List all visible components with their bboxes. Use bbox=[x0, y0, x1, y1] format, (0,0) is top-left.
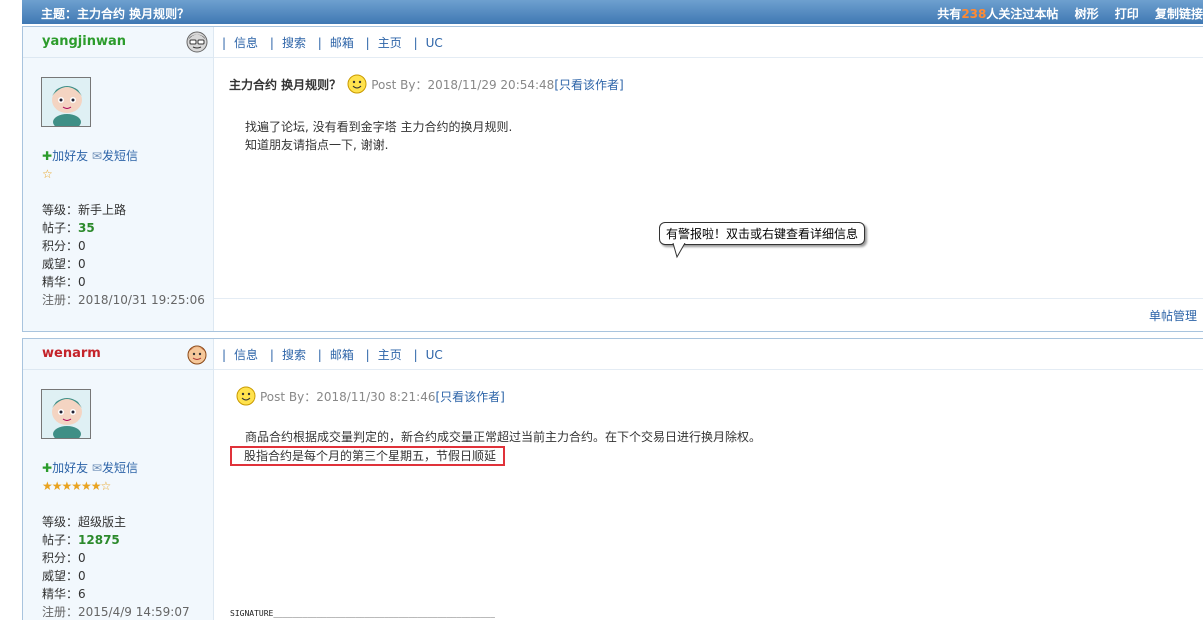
nav-divider bbox=[214, 369, 1203, 370]
level-value: 新手上路 bbox=[78, 203, 127, 217]
thread-header-bar: 主题：主力合约 换月规则？ 共有238人关注过本帖 树形 打印 复制链接 bbox=[22, 0, 1203, 24]
follow-count-prefix: 共有 bbox=[937, 7, 962, 21]
user-actions: ✚加好友 ✉发短信 bbox=[42, 459, 138, 476]
registered-date: 注册：2015/4/9 14:59:07 bbox=[42, 605, 190, 619]
post-subject: 主力合约 换月规则？ bbox=[229, 77, 342, 92]
thread-header-right: 共有238人关注过本帖 树形 打印 复制链接 bbox=[937, 5, 1203, 22]
post-header: Post By：2018/11/30 8:21:46 [只看该作者] bbox=[236, 386, 505, 406]
post-body-line: 知道朋友请指点一下, 谢谢. bbox=[245, 138, 389, 152]
only-author-link[interactable]: [只看该作者] bbox=[436, 388, 505, 405]
print-link[interactable]: 打印 bbox=[1115, 7, 1139, 21]
post-body: 找遍了论坛, 没有看到金字塔 主力合约的换月规则. 知道朋友请指点一下, 谢谢. bbox=[245, 118, 512, 154]
sidebar-divider bbox=[23, 369, 214, 370]
alert-tooltip[interactable]: 有警报啦！双击或右键查看详细信息 bbox=[659, 222, 866, 259]
post-body-line: 商品合约根据成交量判定的，新合约成交量正常超过当前主力合约。在下个交易日进行换月… bbox=[245, 430, 762, 444]
follow-count: 238 bbox=[961, 7, 987, 21]
essence: 精华：0 bbox=[42, 275, 86, 289]
user-sidebar: yangjinwan ✚加好友 ✉发短信 ☆ 等级：新手上路 帖子：35 积分：… bbox=[23, 27, 214, 331]
nav-info[interactable]: 信息 bbox=[234, 36, 258, 50]
nav-search[interactable]: 搜索 bbox=[282, 348, 306, 362]
rank-stars: ☆ bbox=[42, 167, 53, 181]
user-nav: | 信息 | 搜索 | 邮箱 | 主页 | UC bbox=[222, 348, 443, 362]
post-footer-divider bbox=[214, 298, 1203, 299]
posts-count: 35 bbox=[78, 221, 95, 235]
follow-count-suffix: 人关注过本帖 bbox=[986, 7, 1059, 21]
level-label: 等级： bbox=[42, 515, 79, 529]
nav-divider bbox=[214, 57, 1203, 58]
user-actions: ✚加好友 ✉发短信 bbox=[42, 147, 138, 164]
send-message-link[interactable]: 发短信 bbox=[102, 149, 138, 163]
post-body: 商品合约根据成交量判定的，新合约成交量正常超过当前主力合约。在下个交易日进行换月… bbox=[230, 428, 762, 466]
send-message-link[interactable]: 发短信 bbox=[102, 461, 138, 475]
rank-stars: ★★★★★★☆ bbox=[42, 479, 111, 493]
add-friend-link[interactable]: 加好友 bbox=[52, 461, 88, 475]
avatar bbox=[41, 389, 91, 439]
prestige: 威望：0 bbox=[42, 569, 86, 583]
nav-uc[interactable]: UC bbox=[426, 348, 443, 362]
post-header: 主力合约 换月规则？ Post By：2018/11/29 20:54:48 [… bbox=[229, 74, 624, 94]
highlighted-text: 股指合约是每个月的第三个星期五，节假日顺延 bbox=[230, 446, 506, 466]
level-value: 超级版主 bbox=[78, 515, 127, 529]
nav-info[interactable]: 信息 bbox=[234, 348, 258, 362]
posts-label: 帖子： bbox=[42, 533, 79, 547]
alert-tooltip-text: 有警报啦！双击或右键查看详细信息 bbox=[659, 222, 866, 245]
user-nav: | 信息 | 搜索 | 邮箱 | 主页 | UC bbox=[222, 36, 443, 50]
only-author-link[interactable]: [只看该作者] bbox=[554, 76, 623, 93]
add-friend-link[interactable]: 加好友 bbox=[52, 149, 88, 163]
points: 积分：0 bbox=[42, 239, 86, 253]
copy-link[interactable]: 复制链接 bbox=[1155, 7, 1203, 21]
essence: 精华：6 bbox=[42, 587, 86, 601]
post-meta: Post By：2018/11/30 8:21:46 bbox=[260, 389, 436, 404]
post-content: | 信息 | 搜索 | 邮箱 | 主页 | UC 主力合约 换月规则？ Post By：2… bbox=[214, 27, 1203, 331]
signature-divider: SIGNATURE_______________________________… bbox=[230, 609, 495, 618]
username[interactable]: yangjinwan bbox=[42, 34, 126, 49]
tooltip-tail-icon bbox=[672, 243, 686, 259]
nav-mailbox[interactable]: 邮箱 bbox=[330, 36, 354, 50]
thread-title: 主题：主力合约 换月规则？ bbox=[41, 7, 190, 21]
post-2: wenarm ✚加好友 ✉发短信 ★★★★★★☆ 等级：超级版主 帖子：1287… bbox=[22, 338, 1203, 620]
nav-search[interactable]: 搜索 bbox=[282, 36, 306, 50]
add-friend-icon: ✚ bbox=[42, 149, 53, 163]
face-icon bbox=[187, 345, 207, 365]
tree-view-link[interactable]: 树形 bbox=[1075, 7, 1099, 21]
post-content: | 信息 | 搜索 | 邮箱 | 主页 | UC Post By：2018/11/30 8… bbox=[214, 339, 1203, 620]
registered-date: 注册：2018/10/31 19:25:06 bbox=[42, 293, 205, 307]
level-label: 等级： bbox=[42, 203, 79, 217]
nav-homepage[interactable]: 主页 bbox=[378, 348, 402, 362]
nav-mailbox[interactable]: 邮箱 bbox=[330, 348, 354, 362]
face-icon bbox=[186, 31, 208, 53]
smiley-icon bbox=[236, 386, 256, 406]
sidebar-divider bbox=[23, 57, 214, 58]
username[interactable]: wenarm bbox=[42, 346, 101, 361]
posts-count: 12875 bbox=[78, 533, 120, 547]
user-sidebar: wenarm ✚加好友 ✉发短信 ★★★★★★☆ 等级：超级版主 帖子：1287… bbox=[23, 339, 214, 620]
post-meta: Post By：2018/11/29 20:54:48 bbox=[371, 77, 555, 92]
user-stats: 等级：超级版主 帖子：12875 积分：0 威望：0 精华：6 注册：2015/… bbox=[42, 513, 190, 620]
post-1: yangjinwan ✚加好友 ✉发短信 ☆ 等级：新手上路 帖子：35 积分：… bbox=[22, 26, 1203, 332]
nav-homepage[interactable]: 主页 bbox=[378, 36, 402, 50]
mail-icon: ✉ bbox=[91, 149, 102, 163]
posts-label: 帖子： bbox=[42, 221, 79, 235]
post-manage-link[interactable]: 单帖管理 bbox=[1149, 307, 1197, 324]
avatar bbox=[41, 77, 91, 127]
add-friend-icon: ✚ bbox=[42, 461, 53, 475]
post-body-line: 找遍了论坛, 没有看到金字塔 主力合约的换月规则. bbox=[245, 120, 513, 134]
points: 积分：0 bbox=[42, 551, 86, 565]
smiley-icon bbox=[347, 74, 367, 94]
user-stats: 等级：新手上路 帖子：35 积分：0 威望：0 精华：0 注册：2018/10/… bbox=[42, 201, 205, 309]
prestige: 威望：0 bbox=[42, 257, 86, 271]
mail-icon: ✉ bbox=[91, 461, 102, 475]
nav-uc[interactable]: UC bbox=[426, 36, 443, 50]
